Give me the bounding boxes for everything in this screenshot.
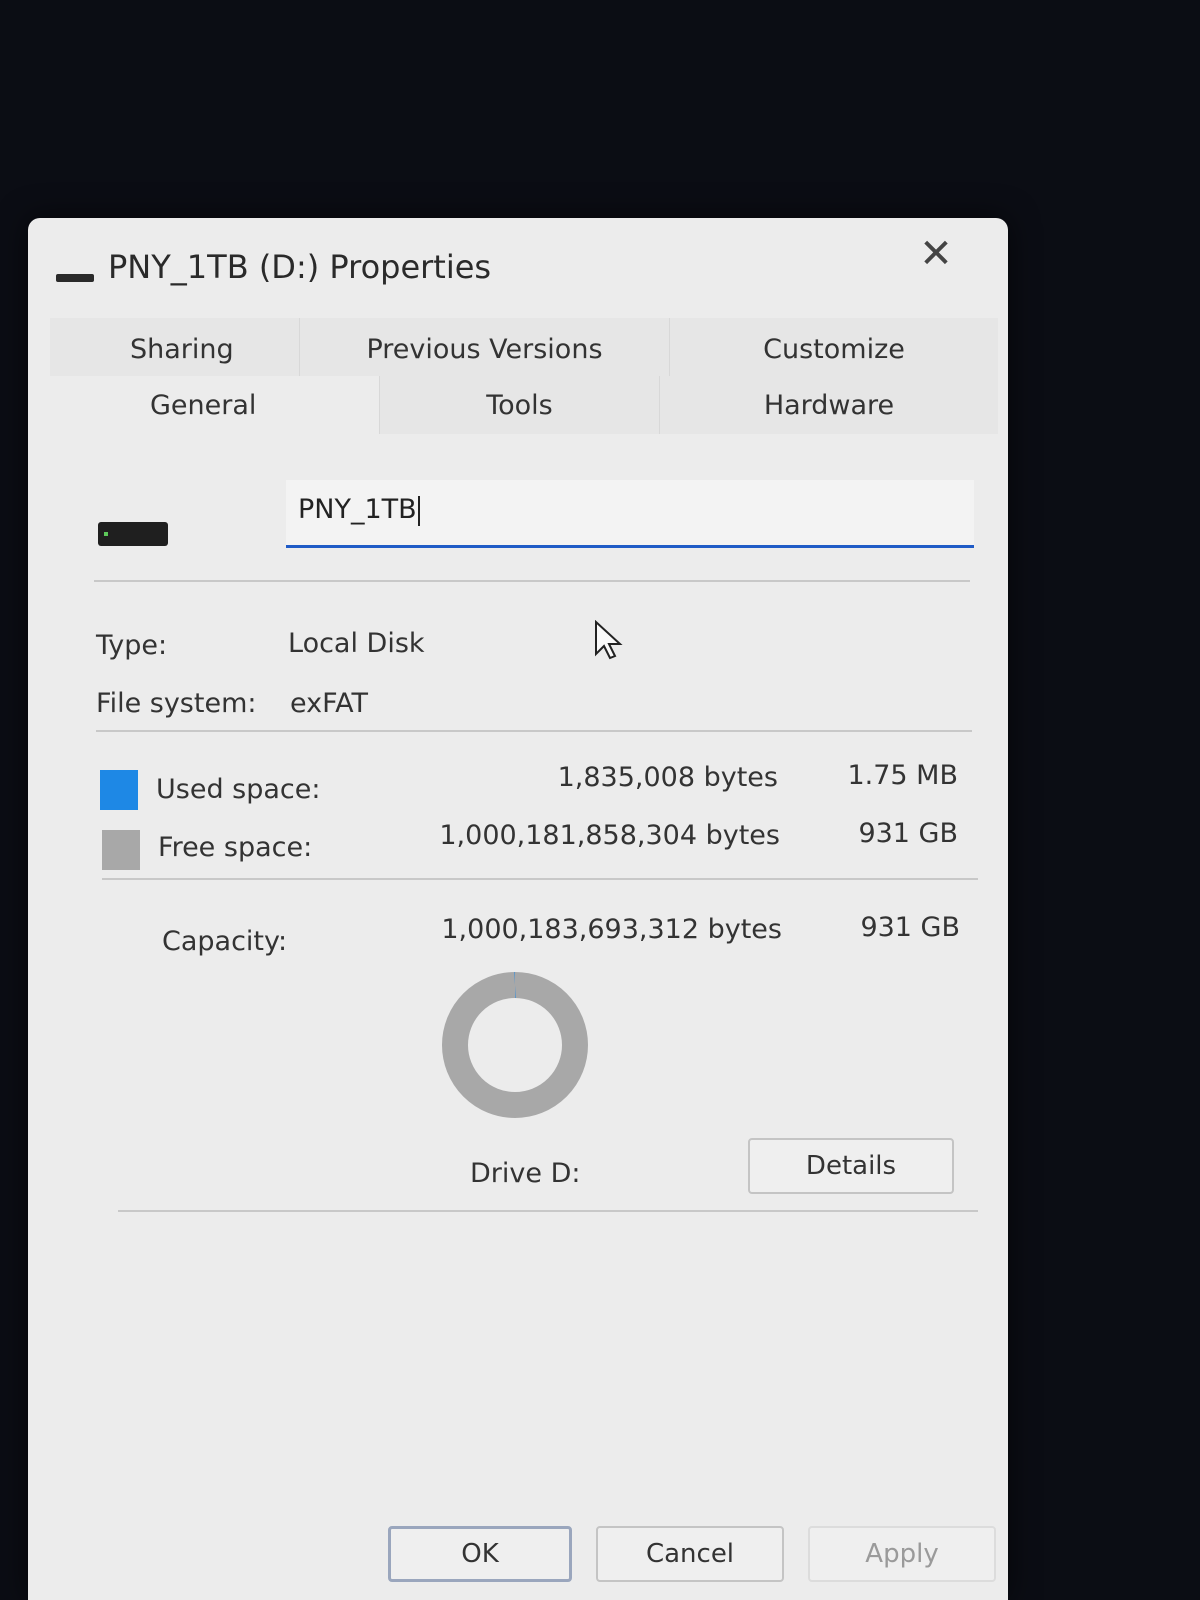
text-caret <box>417 495 420 526</box>
capacity-label: Capacity: <box>162 926 288 957</box>
divider-4 <box>118 1210 978 1212</box>
used-space-size: 1.75 MB <box>847 760 958 791</box>
filesystem-label: File system: <box>96 688 257 719</box>
tab-hardware[interactable]: Hardware <box>660 376 998 434</box>
drive-letter-label: Drive D: <box>470 1158 581 1189</box>
capacity-bytes: 1,000,183,693,312 bytes <box>441 914 782 945</box>
drive-led-icon <box>104 532 108 536</box>
tab-row-top: Sharing Previous Versions Customize <box>50 318 998 380</box>
tab-general[interactable]: General <box>50 376 380 434</box>
tab-tools[interactable]: Tools <box>380 376 660 434</box>
free-space-label: Free space: <box>158 832 313 863</box>
divider-1 <box>94 580 970 582</box>
close-button[interactable]: ✕ <box>908 228 964 280</box>
tab-sharing[interactable]: Sharing <box>50 318 300 380</box>
type-value: Local Disk <box>288 628 425 659</box>
free-space-bytes: 1,000,181,858,304 bytes <box>439 820 780 851</box>
tab-customize[interactable]: Customize <box>670 318 998 380</box>
tab-previous-versions[interactable]: Previous Versions <box>300 318 670 380</box>
details-button[interactable]: Details <box>748 1138 954 1194</box>
used-space-swatch <box>100 770 138 810</box>
type-label: Type: <box>96 630 168 661</box>
drive-name-value: PNY_1TB <box>298 494 417 525</box>
used-space-bytes: 1,835,008 bytes <box>557 762 778 793</box>
capacity-size: 931 GB <box>860 912 960 943</box>
drive-icon-small <box>56 274 94 282</box>
donut-free-segment <box>442 972 588 1118</box>
ok-button[interactable]: OK <box>388 1526 572 1582</box>
properties-dialog: PNY_1TB (D:) Properties ✕ Sharing Previo… <box>28 218 1008 1600</box>
free-space-size: 931 GB <box>858 818 958 849</box>
filesystem-value: exFAT <box>290 688 369 719</box>
divider-2 <box>96 730 972 732</box>
used-space-label: Used space: <box>156 774 321 805</box>
drive-icon <box>98 522 168 546</box>
free-space-swatch <box>102 830 140 870</box>
divider-3 <box>102 878 978 880</box>
tab-row-bottom: General Tools Hardware <box>50 376 998 434</box>
mouse-cursor-icon <box>595 620 623 660</box>
window-title: PNY_1TB (D:) Properties <box>108 248 492 286</box>
cancel-button[interactable]: Cancel <box>596 1526 784 1582</box>
usage-donut-chart <box>442 972 588 1118</box>
apply-button[interactable]: Apply <box>808 1526 996 1582</box>
drive-name-input[interactable]: PNY_1TB <box>286 480 974 548</box>
